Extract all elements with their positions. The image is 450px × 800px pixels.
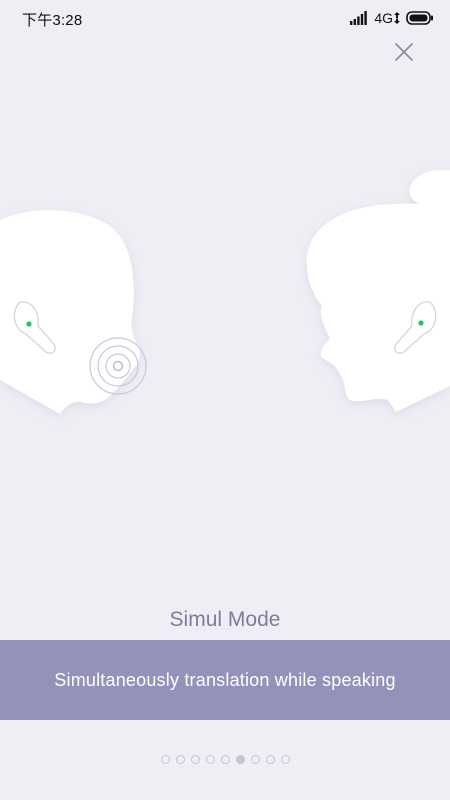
battery-icon [406,11,433,25]
status-time: 下午3:28 [22,12,83,29]
close-icon [395,43,413,61]
page-indicator[interactable] [0,755,450,767]
page-dot[interactable] [280,755,290,764]
close-button[interactable] [391,39,417,65]
status-bar: 下午3:28 4G [0,0,450,36]
mode-description-banner: Simultaneously translation while speakin… [0,640,450,720]
page-dot[interactable] [265,755,275,764]
conversation-illustration [0,169,450,414]
right-head-silhouette [306,169,450,412]
page-dot[interactable] [250,755,260,764]
signal-icon [350,11,368,25]
page-dot[interactable] [205,755,215,764]
status-icons: 4G [350,9,434,27]
page-dot[interactable] [235,755,245,764]
network-type-label: 4G [374,10,393,26]
mode-title: Simul Mode [169,608,281,631]
page-dot[interactable] [160,755,170,764]
page-dot[interactable] [175,755,185,764]
page-dot[interactable] [220,755,230,764]
data-arrows-icon [394,12,400,24]
page-dot[interactable] [190,755,200,764]
mode-description: Simultaneously translation while speakin… [54,669,396,690]
